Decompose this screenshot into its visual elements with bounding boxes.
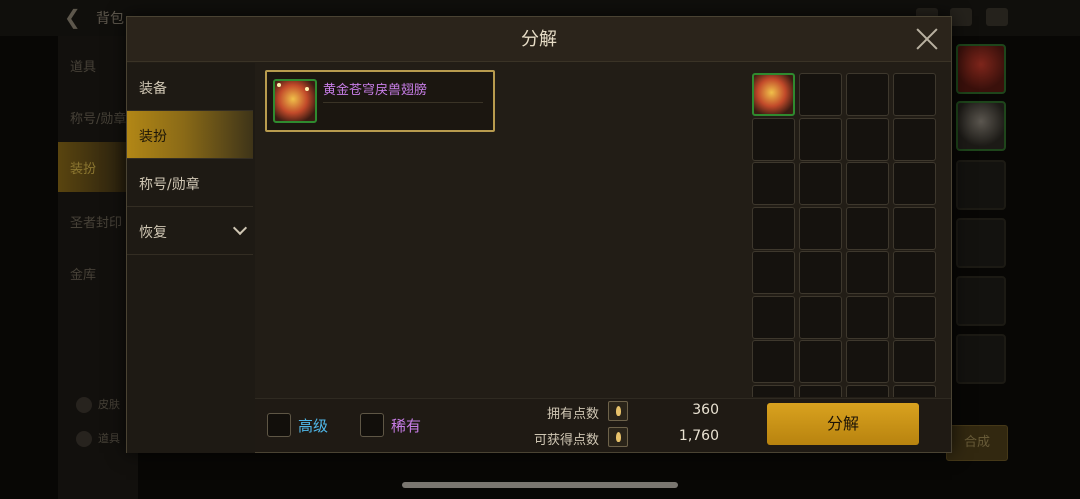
grid-slot[interactable] <box>846 340 889 383</box>
menu-item-costume[interactable]: 装扮 <box>127 111 253 159</box>
grid-slot[interactable] <box>752 340 795 383</box>
grid-slot[interactable] <box>893 340 936 383</box>
grid-slot[interactable] <box>893 73 936 116</box>
grid-slot[interactable] <box>846 206 889 250</box>
points-icon <box>608 427 628 447</box>
grid-slot[interactable] <box>846 162 889 205</box>
gain-points-label: 可获得点数 <box>533 433 599 448</box>
grid-slot[interactable] <box>752 117 795 161</box>
grid-slot[interactable] <box>893 384 936 397</box>
grid-slot-filled[interactable] <box>752 73 795 116</box>
high-grade-label[interactable]: 高级 <box>298 415 328 436</box>
grid-slot[interactable] <box>752 162 795 205</box>
chevron-down-icon <box>232 220 248 236</box>
grid-slot[interactable] <box>799 340 842 383</box>
grid-slot[interactable] <box>846 251 889 294</box>
grid-slot[interactable] <box>799 384 842 397</box>
selected-item-card[interactable]: 黄金苍穹戾兽翅膀 <box>265 70 495 132</box>
decompose-button[interactable]: 分解 <box>767 403 919 445</box>
grid-slot[interactable] <box>893 162 936 205</box>
points-icon <box>608 401 628 421</box>
grid-slot[interactable] <box>893 117 936 161</box>
high-grade-checkbox[interactable] <box>267 413 291 437</box>
grid-slot[interactable] <box>752 251 795 294</box>
grid-slot[interactable] <box>799 73 842 116</box>
gain-points-value: 1,760 <box>678 428 719 444</box>
category-menu: 装备 装扮 称号/勋章 恢复 <box>127 63 255 453</box>
grid-slot[interactable] <box>752 384 795 397</box>
grid-slot[interactable] <box>893 206 936 250</box>
grid-slot[interactable] <box>846 295 889 339</box>
item-name: 黄金苍穹戾兽翅膀 <box>323 83 428 98</box>
grid-slot[interactable] <box>846 73 889 116</box>
wing-item-icon <box>273 79 317 123</box>
rare-checkbox[interactable] <box>360 413 384 437</box>
menu-item-label: 装备 <box>139 81 167 97</box>
modal-title: 分解 <box>521 29 557 50</box>
grid-slot[interactable] <box>799 162 842 205</box>
grid-slot[interactable] <box>752 295 795 339</box>
owned-points-label: 拥有点数 <box>546 407 599 422</box>
divider <box>323 102 483 103</box>
grid-slot[interactable] <box>846 117 889 161</box>
rare-label[interactable]: 稀有 <box>391 415 421 436</box>
grid-slot[interactable] <box>799 295 842 339</box>
close-icon[interactable] <box>915 27 939 51</box>
grid-slot[interactable] <box>846 384 889 397</box>
grid-slot[interactable] <box>799 206 842 250</box>
decompose-grid <box>752 73 942 397</box>
menu-item-restore[interactable]: 恢复 <box>127 207 253 255</box>
decompose-modal: 分解 装备 装扮 称号/勋章 恢复 黄金苍穹戾兽翅膀 高级 稀有 拥有点数 36… <box>126 16 952 453</box>
owned-points-value: 360 <box>692 402 719 418</box>
grid-slot[interactable] <box>799 117 842 161</box>
menu-item-label: 装扮 <box>139 129 167 145</box>
menu-item-label: 称号/勋章 <box>139 177 200 193</box>
grid-slot[interactable] <box>799 251 842 294</box>
home-indicator[interactable] <box>402 482 678 488</box>
menu-item-title-medal[interactable]: 称号/勋章 <box>127 159 253 207</box>
grid-slot[interactable] <box>752 206 795 250</box>
grid-slot[interactable] <box>893 251 936 294</box>
menu-item-equipment[interactable]: 装备 <box>127 63 253 111</box>
grid-slot[interactable] <box>893 295 936 339</box>
menu-item-label: 恢复 <box>139 225 167 241</box>
